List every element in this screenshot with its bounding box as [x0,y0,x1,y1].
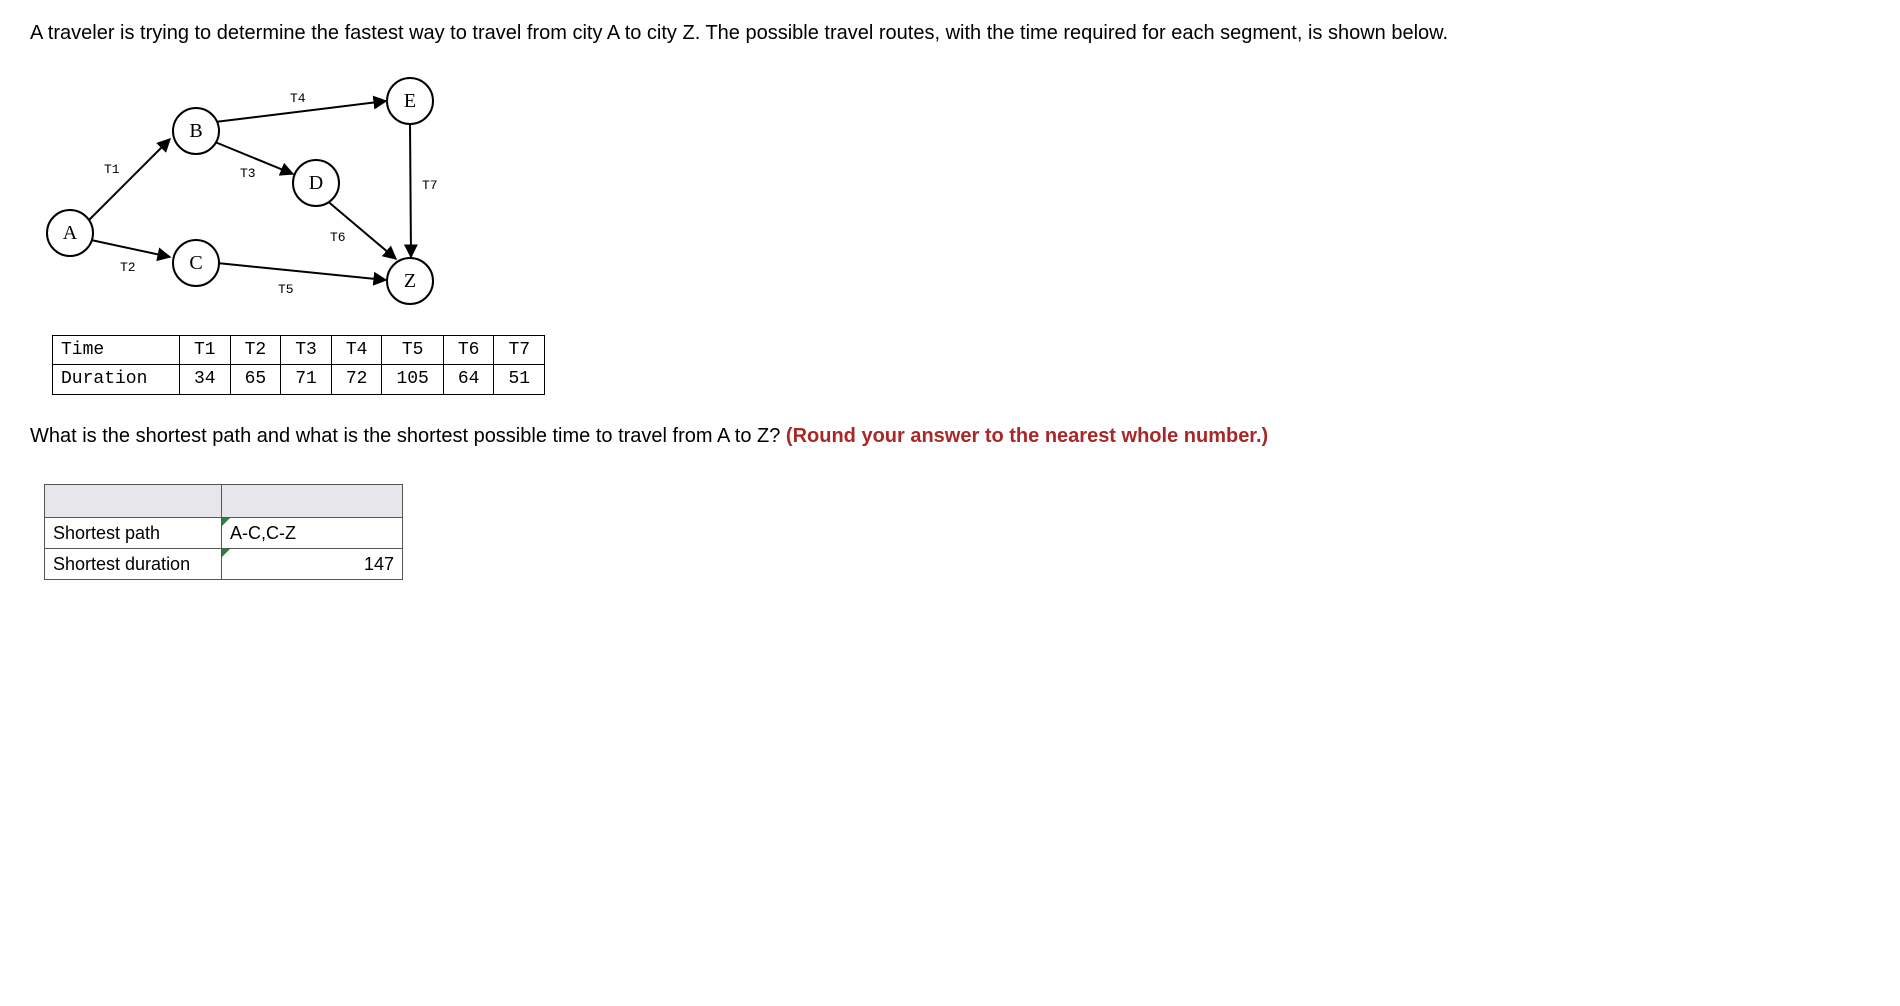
duration-cell: 105 [382,365,443,394]
answer-table: Shortest path A-C,C-Z Shortest duration … [44,484,403,581]
node-D: D [292,159,340,207]
shortest-duration-label: Shortest duration [45,548,222,579]
node-B: B [172,107,220,155]
edge-label-T1: T1 [104,161,120,179]
shortest-duration-value: 147 [222,549,402,579]
table-row [45,484,403,517]
shortest-duration-input[interactable]: 147 [222,548,403,579]
duration-cell: 72 [331,365,382,394]
col-header: T1 [180,336,231,365]
duration-cell: 64 [443,365,494,394]
duration-cell: 34 [180,365,231,394]
question-prefix: What is the shortest path and what is th… [30,425,786,447]
shortest-path-input[interactable]: A-C,C-Z [222,517,403,548]
edge-label-T4: T4 [290,90,306,108]
node-A: A [46,209,94,257]
col-header: T4 [331,336,382,365]
table-row: Shortest path A-C,C-Z [45,517,403,548]
table-row: Time T1 T2 T3 T4 T5 T6 T7 [53,336,545,365]
duration-cell: 51 [494,365,545,394]
col-header: T6 [443,336,494,365]
question-emphasis: (Round your answer to the nearest whole … [786,425,1268,447]
edge-label-T7: T7 [422,177,438,195]
blank-header [45,484,222,517]
row-label-duration: Duration [53,365,180,394]
col-header: T3 [281,336,332,365]
shortest-path-label: Shortest path [45,517,222,548]
blank-header [222,484,403,517]
edge-label-T6: T6 [330,229,346,247]
col-header: T2 [230,336,281,365]
question-text: What is the shortest path and what is th… [30,423,1870,450]
node-C: C [172,239,220,287]
table-row: Shortest duration 147 [45,548,403,579]
node-E: E [386,77,434,125]
shortest-path-value: A-C,C-Z [222,518,402,548]
col-header: T7 [494,336,545,365]
validation-tick-icon [222,549,230,557]
node-Z: Z [386,257,434,305]
edge-label-T3: T3 [240,165,256,183]
duration-table: Time T1 T2 T3 T4 T5 T6 T7 Duration 34 65… [52,335,545,395]
duration-cell: 71 [281,365,332,394]
route-diagram: A B C D E Z T1 T2 T3 T4 T5 T6 T7 [40,67,490,327]
table-row: Duration 34 65 71 72 105 64 51 [53,365,545,394]
row-label-time: Time [53,336,180,365]
duration-cell: 65 [230,365,281,394]
edge-label-T2: T2 [120,259,136,277]
validation-tick-icon [222,518,230,526]
edge-label-T5: T5 [278,281,294,299]
intro-text: A traveler is trying to determine the fa… [30,20,1870,47]
col-header: T5 [382,336,443,365]
